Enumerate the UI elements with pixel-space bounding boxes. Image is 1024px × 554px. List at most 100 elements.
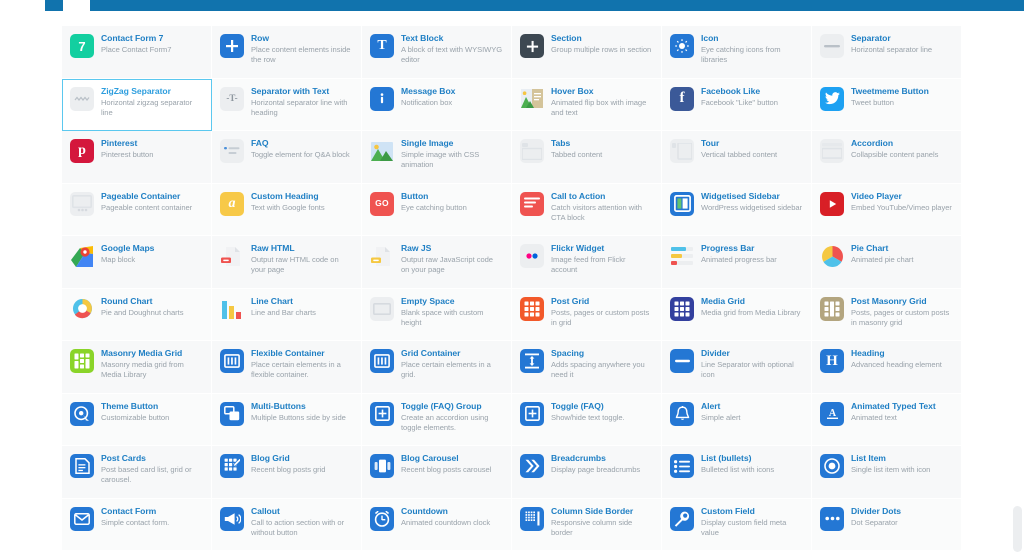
element-card[interactable]: -T- Separator with Text Horizontal separat… [212, 78, 362, 131]
element-card[interactable]: Section Group multiple rows in section [512, 26, 662, 79]
element-card-text: Pie Chart Animated pie chart [851, 243, 953, 265]
element-card[interactable]: Blog Carousel Recent blog posts carousel [362, 446, 512, 499]
element-card[interactable]: Google Maps Map block [62, 236, 212, 289]
element-card[interactable]: Accordion Collapsible content panels [812, 131, 962, 184]
animated-typed-text-icon: A [820, 401, 844, 426]
element-card-text: Breadcrumbs Display page breadcrumbs [551, 453, 653, 475]
element-card[interactable]: Column Side Border Responsive column side… [512, 498, 662, 551]
element-card[interactable]: Blog Grid Recent blog posts grid [212, 446, 362, 499]
post-grid-icon [520, 296, 544, 321]
separator-icon [820, 34, 844, 58]
element-title: Accordion [851, 138, 894, 148]
element-description: Dot Separator [851, 517, 898, 527]
element-card[interactable]: Grid Container Place certain elements in … [362, 341, 512, 394]
element-card[interactable]: Round Chart Pie and Doughnut charts [62, 288, 212, 341]
element-card[interactable]: Masonry Media Grid Masonry media grid fro… [62, 341, 212, 394]
google-maps-icon [70, 244, 94, 268]
element-card[interactable]: Widgetised Sidebar WordPress widgetised s… [662, 183, 812, 236]
element-card[interactable]: Divider Dots Dot Separator [812, 498, 962, 551]
element-card[interactable]: Breadcrumbs Display page breadcrumbs [512, 446, 662, 499]
element-card[interactable]: Empty Space Blank space with custom heigh… [362, 288, 512, 341]
element-card[interactable]: A Animated Typed Text Animated text [812, 393, 962, 446]
element-card[interactable]: Toggle (FAQ) Group Create an accordion us… [362, 393, 512, 446]
element-card[interactable]: Toggle (FAQ) Show/hide text toggle. [512, 393, 662, 446]
element-card[interactable]: Pageable Container Pageable content conta… [62, 183, 212, 236]
post-cards-icon [70, 454, 94, 478]
element-card[interactable]: f Facebook Like Facebook "Like" button [662, 78, 812, 131]
list-item-icon [820, 454, 844, 478]
element-description: A block of text with WYSIWYG editor [401, 45, 503, 65]
element-card[interactable]: Divider Line Separator with optional icon [662, 341, 812, 394]
element-card[interactable]: Separator Horizontal separator line [812, 26, 962, 79]
element-card[interactable]: H Heading Advanced heading element [812, 341, 962, 394]
element-card[interactable]: Post Masonry Grid Posts, pages or custom … [812, 288, 962, 341]
toggle-icon [520, 401, 544, 426]
callout-icon [220, 506, 244, 531]
element-card[interactable]: Video Player Embed YouTube/Vimeo player [812, 183, 962, 236]
hover-box-icon [520, 87, 544, 111]
element-description: Simple alert [701, 412, 741, 422]
element-card[interactable]: Line Chart Line and Bar charts [212, 288, 362, 341]
element-card[interactable]: Alert Simple alert [662, 393, 812, 446]
element-card-text: Hover Box Animated flip box with image an… [551, 86, 653, 118]
element-card[interactable]: Call to Action Catch visitors attention w… [512, 183, 662, 236]
element-card-text: FAQ Toggle element for Q&A block [251, 138, 353, 160]
element-card[interactable]: Message Box Notification box [362, 78, 512, 131]
element-title: Callout [251, 505, 280, 516]
element-card[interactable]: Flickr Widget Image feed from Flickr acco… [512, 236, 662, 289]
element-card-text: Tabs Tabbed content [551, 138, 653, 160]
element-card[interactable]: Tweetmeme Button Tweet button [812, 78, 962, 131]
element-card[interactable]: Raw HTML Output raw HTML code on your pag… [212, 236, 362, 289]
element-card-text: List (bullets) Bulleted list with icons [701, 453, 803, 475]
element-title: FAQ [251, 138, 269, 148]
vertical-scrollbar-thumb[interactable] [1013, 506, 1022, 552]
element-description: Tabbed content [551, 150, 603, 159]
element-card[interactable]: Custom Field Display custom field meta va… [662, 498, 812, 551]
element-description: Pinterest button [101, 150, 154, 159]
raw-js-icon [370, 244, 394, 268]
element-card[interactable]: Theme Button Customizable button [62, 393, 212, 446]
element-card[interactable]: Progress Bar Animated progress bar [662, 236, 812, 289]
element-card[interactable]: ZigZag Separator Horizontal zigzag separa… [62, 78, 212, 131]
element-card[interactable]: GO Button Eye catching button [362, 183, 512, 236]
element-card[interactable]: Tabs Tabbed content [512, 131, 662, 184]
theme-button-icon [70, 401, 94, 426]
element-title: Tabs [551, 138, 571, 148]
element-card[interactable]: Post Grid Posts, pages or custom posts in… [512, 288, 662, 341]
element-card[interactable]: 7 Contact Form 7 Place Contact Form7 [62, 26, 212, 79]
svg-text:A: A [828, 408, 836, 419]
element-card-text: Column Side Border Responsive column side… [551, 506, 653, 538]
element-card[interactable]: T Text Block A block of text with WYSIWYG … [362, 26, 512, 79]
element-card[interactable]: Post Cards Post based card list, grid or … [62, 446, 212, 499]
element-card[interactable]: Multi-Buttons Multiple Buttons side by si… [212, 393, 362, 446]
element-card[interactable]: Tour Vertical tabbed content [662, 131, 812, 184]
element-card[interactable]: p Pinterest Pinterest button [62, 131, 212, 184]
element-card[interactable]: Countdown Animated countdown clock [362, 498, 512, 551]
element-title: Animated Typed Text [851, 400, 936, 411]
element-card[interactable]: Pie Chart Animated pie chart [812, 236, 962, 289]
element-card[interactable]: Row Place content elements inside the row [212, 26, 362, 79]
element-card[interactable]: Spacing Adds spacing anywhere you need it [512, 341, 662, 394]
element-card[interactable]: List (bullets) Bulleted list with icons [662, 446, 812, 499]
element-card[interactable]: Icon Eye catching icons from libraries [662, 26, 812, 79]
element-card-text: Post Grid Posts, pages or custom posts in… [551, 296, 653, 328]
element-card[interactable]: Media Grid Media grid from Media Library [662, 288, 812, 341]
element-card[interactable]: a Custom Heading Text with Google fonts [212, 183, 362, 236]
sun-icon [670, 34, 694, 58]
element-grid-scroll-area[interactable]: 7 Contact Form 7 Place Contact Form7 Row Pla… [62, 26, 962, 554]
empty-space-icon [370, 296, 394, 321]
element-card[interactable]: FAQ Toggle element for Q&A block [212, 131, 362, 184]
element-description: Eye catching icons from libraries [701, 45, 781, 65]
element-card[interactable]: Contact Form Simple contact form. [62, 498, 212, 551]
element-title: Pageable Container [101, 190, 181, 201]
element-card[interactable]: Single Image Simple image with CSS animat… [362, 131, 512, 184]
element-description: Recent blog posts grid [251, 465, 326, 474]
element-description: Place certain elements in a grid. [401, 360, 491, 380]
element-description: Line Separator with optional icon [701, 360, 794, 380]
element-card[interactable]: Callout Call to action section with or wi… [212, 498, 362, 551]
element-card[interactable]: Flexible Container Place certain elements… [212, 341, 362, 394]
element-card[interactable]: Raw JS Output raw JavaScript code on your… [362, 236, 512, 289]
element-card[interactable]: Hover Box Animated flip box with image an… [512, 78, 662, 131]
element-card-text: Custom Heading Text with Google fonts [251, 191, 353, 213]
element-card[interactable]: List Item Single list item with icon [812, 446, 962, 499]
